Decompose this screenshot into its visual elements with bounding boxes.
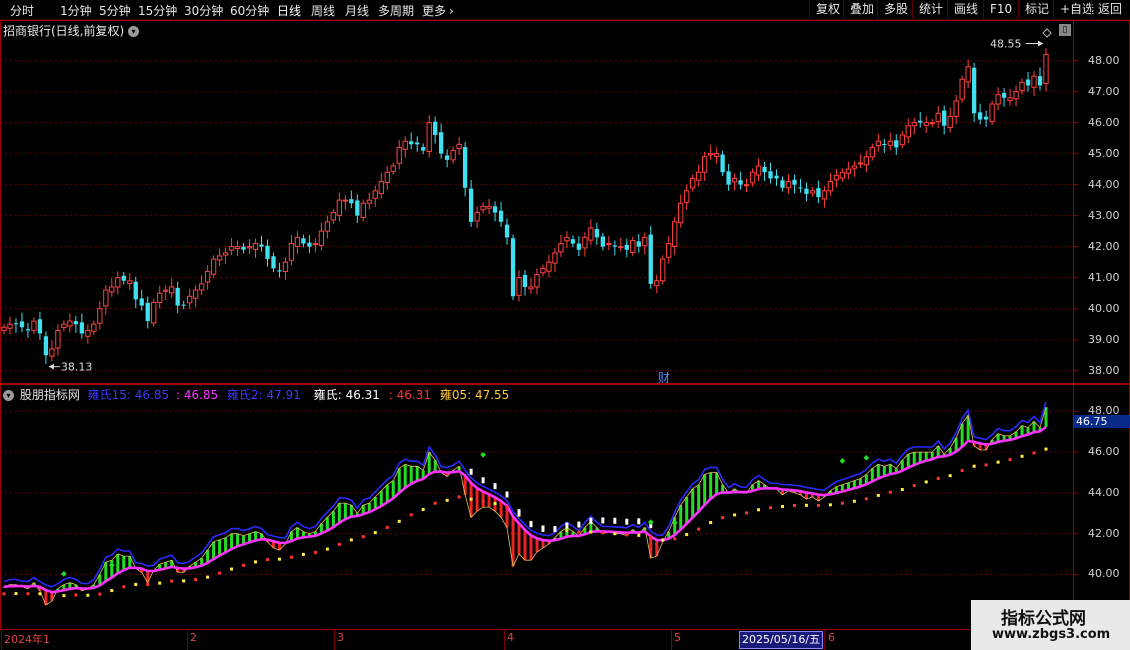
current-value-badge: 46.75	[1074, 415, 1130, 428]
axis-divider	[1073, 20, 1074, 630]
date-label-jun: 6	[828, 631, 835, 644]
legend-item-yong2: 雍氏2: 47.91	[227, 388, 301, 402]
indicator-y-tick-label: 40.00	[1088, 567, 1120, 581]
date-separator	[671, 630, 672, 650]
indicator-y-tick-label: 46.00	[1088, 445, 1120, 459]
date-label-mar: 3	[337, 631, 344, 644]
y-tick-label: 42.00	[1088, 239, 1120, 253]
cursor-date-label: 2025/05/16/五	[739, 631, 824, 649]
panel-toggle-icon[interactable]: ▯	[1059, 24, 1071, 36]
legend-item-yong05: 雍05: 47.55	[439, 388, 510, 402]
date-separator	[1, 630, 2, 650]
date-separator	[187, 630, 188, 650]
date-separator	[504, 630, 505, 650]
date-separator	[824, 630, 825, 650]
y-tick-label: 46.00	[1088, 115, 1120, 129]
date-label-jan: 2024年1	[4, 633, 50, 646]
date-label-apr: 4	[507, 631, 514, 644]
legend-item-red: : 46.31	[388, 388, 431, 402]
legend-item-ma: : 46.85	[175, 388, 219, 402]
watermark-url: www.zbgs3.com	[992, 627, 1111, 642]
chevron-down-icon[interactable]: ▾	[128, 26, 140, 37]
y-tick-label: 47.00	[1088, 84, 1120, 98]
main-panel-border	[0, 20, 1130, 384]
indicator-title-bar: ▾ 股朋指标网 雍氏15: 46.85 : 46.85 雍氏2: 47.91 雍…	[3, 386, 509, 403]
indicator-y-tick-label: 44.00	[1088, 485, 1120, 499]
y-tick-label: 44.00	[1088, 177, 1120, 191]
watermark-title: 指标公式网	[1001, 609, 1086, 629]
watermark-box: 指标公式网 www.zbgs3.com	[971, 600, 1130, 650]
indicator-name: 股朋指标网	[19, 388, 80, 402]
date-separator	[334, 630, 335, 650]
stock-title: 招商银行(日线,前复权)	[3, 24, 125, 38]
y-tick-label: 48.00	[1088, 53, 1120, 67]
indicator-panel-border	[0, 384, 1130, 630]
main-title-bar: 招商银行(日线,前复权) ▾	[3, 22, 140, 39]
legend-item-yong15: 雍氏15: 46.85	[87, 388, 170, 402]
chevron-down-icon[interactable]: ▾	[3, 390, 14, 401]
legend-item-yong: 雍氏: 46.31	[313, 388, 380, 402]
y-tick-label: 41.00	[1088, 270, 1120, 284]
date-label-may: 5	[674, 631, 681, 644]
y-tick-label: 45.00	[1088, 146, 1120, 160]
y-tick-label: 40.00	[1088, 301, 1120, 315]
y-tick-label: 43.00	[1088, 208, 1120, 222]
y-tick-label: 39.00	[1088, 332, 1120, 346]
y-tick-label: 38.00	[1088, 363, 1120, 377]
date-label-feb: 2	[190, 631, 197, 644]
indicator-y-tick-label: 42.00	[1088, 526, 1120, 540]
